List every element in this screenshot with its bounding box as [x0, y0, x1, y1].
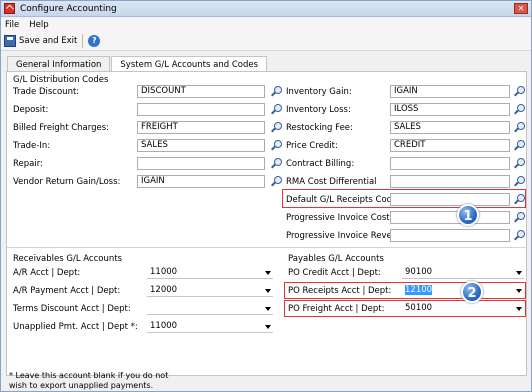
vendor-return-field[interactable]: IGAIN [137, 175, 265, 188]
trade-in-field[interactable]: SALES [137, 139, 265, 152]
deposit-label: Deposit: [13, 105, 49, 115]
restocking-fee-lookup-icon[interactable] [512, 121, 526, 135]
menu-file[interactable]: File [5, 20, 19, 30]
trade-discount-lookup-icon[interactable] [269, 85, 283, 99]
inventory-gain-lookup-icon[interactable] [512, 85, 526, 99]
save-icon [4, 35, 16, 47]
vendor-return-lookup-icon[interactable] [269, 175, 283, 189]
inventory-loss-lookup-icon[interactable] [512, 103, 526, 117]
billed-freight-lookup-icon[interactable] [269, 121, 283, 135]
price-credit-field[interactable]: CREDIT [390, 139, 510, 152]
deposit-field[interactable] [137, 103, 265, 116]
billed-freight-field[interactable]: FREIGHT [137, 121, 265, 134]
po-credit-dropdown[interactable]: 90100 [402, 266, 524, 279]
unapplied-pmt-label: Unapplied Pmt. Acct | Dept *: [13, 322, 138, 332]
ar-payment-value: 12000 [150, 285, 178, 295]
terms-discount-label: Terms Discount Acct | Dept: [13, 304, 131, 314]
contract-billing-field[interactable] [390, 157, 510, 170]
unapplied-pmt-dropdown[interactable]: 11000 [147, 320, 273, 333]
trade-in-label: Trade-In: [13, 141, 51, 151]
unapplied-pmt-value: 11000 [150, 321, 178, 331]
ar-acct-value: 11000 [150, 267, 178, 277]
progressive-invoice-cost-field[interactable] [390, 211, 510, 224]
inventory-loss-field[interactable]: ILOSS [390, 103, 510, 116]
toolbar-separator [82, 34, 84, 48]
configure-accounting-window: Configure Accounting ✕ File Help Save an… [0, 0, 532, 392]
rma-cost-lookup-icon[interactable] [512, 175, 526, 189]
help-icon[interactable]: ? [88, 35, 101, 47]
contract-billing-lookup-icon[interactable] [512, 157, 526, 171]
gl-distribution-title: G/L Distribution Codes [13, 75, 109, 85]
tab-system-gl-accounts[interactable]: System G/L Accounts and Codes [111, 56, 268, 72]
inventory-gain-field[interactable]: IGAIN [390, 85, 510, 98]
highlight-default-gl-receipts [282, 189, 526, 208]
menu-help[interactable]: Help [29, 20, 48, 30]
toolbar: Save and Exit ? [1, 32, 531, 51]
restocking-fee-label: Restocking Fee: [286, 123, 353, 133]
receivables-title: Receivables G/L Accounts [13, 254, 123, 264]
restocking-fee-field[interactable]: SALES [390, 121, 510, 134]
window-title: Configure Accounting [20, 3, 117, 14]
repair-field[interactable] [137, 157, 265, 170]
rma-cost-label: RMA Cost Differential [286, 177, 377, 187]
tab-panel: G/L Distribution Codes Trade Discount: D… [6, 71, 527, 376]
po-credit-value: 90100 [405, 267, 433, 277]
terms-discount-dropdown[interactable] [147, 302, 273, 315]
section-divider [7, 247, 526, 248]
repair-label: Repair: [13, 159, 43, 169]
po-credit-label: PO Credit Acct | Dept: [288, 268, 381, 278]
menu-bar: File Help [1, 18, 531, 32]
save-and-exit-button[interactable]: Save and Exit [19, 36, 77, 46]
chevron-down-icon [265, 325, 271, 329]
chevron-down-icon [265, 289, 271, 293]
inventory-loss-label: Inventory Loss: [286, 105, 351, 115]
highlight-po-freight [284, 300, 526, 317]
ar-acct-dropdown[interactable]: 11000 [147, 266, 273, 279]
trade-discount-label: Trade Discount: [13, 87, 80, 97]
price-credit-lookup-icon[interactable] [512, 139, 526, 153]
deposit-lookup-icon[interactable] [269, 103, 283, 117]
callout-badge-2: 2 [461, 281, 483, 303]
vendor-return-label: Vendor Return Gain/Loss: [13, 177, 121, 187]
chevron-down-icon [265, 307, 271, 311]
footnote-line-2: wish to export unapplied payments. [9, 381, 154, 390]
highlight-po-receipts [284, 282, 526, 299]
repair-lookup-icon[interactable] [269, 157, 283, 171]
footnote-line-1: * Leave this account blank if you do not [9, 371, 169, 380]
progressive-invoice-cost-label: Progressive Invoice Cost: [286, 213, 393, 223]
tab-general-information[interactable]: General Information [7, 56, 111, 72]
close-button[interactable]: ✕ [514, 3, 528, 14]
footnote: * Leave this account blank if you do not… [9, 371, 209, 391]
contract-billing-label: Contract Billing: [286, 159, 355, 169]
billed-freight-label: Billed Freight Charges: [13, 123, 110, 133]
chevron-down-icon [265, 271, 271, 275]
inventory-gain-label: Inventory Gain: [286, 87, 352, 97]
app-icon [4, 3, 15, 14]
payables-title: Payables G/L Accounts [288, 254, 384, 264]
chevron-down-icon [516, 271, 522, 275]
trade-discount-field[interactable]: DISCOUNT [137, 85, 265, 98]
rma-cost-field[interactable] [390, 175, 510, 188]
tab-strip: General Information System G/L Accounts … [7, 56, 268, 72]
ar-payment-label: A/R Payment Acct | Dept: [13, 286, 121, 296]
progressive-invoice-revenue-field[interactable] [390, 229, 510, 242]
ar-payment-dropdown[interactable]: 12000 [147, 284, 273, 297]
progressive-invoice-cost-lookup-icon[interactable] [512, 211, 526, 225]
callout-badge-1: 1 [457, 204, 479, 226]
price-credit-label: Price Credit: [286, 141, 338, 151]
ar-acct-label: A/R Acct | Dept: [13, 268, 81, 278]
progressive-invoice-revenue-lookup-icon[interactable] [512, 229, 526, 243]
trade-in-lookup-icon[interactable] [269, 139, 283, 153]
title-bar: Configure Accounting ✕ [1, 1, 531, 17]
